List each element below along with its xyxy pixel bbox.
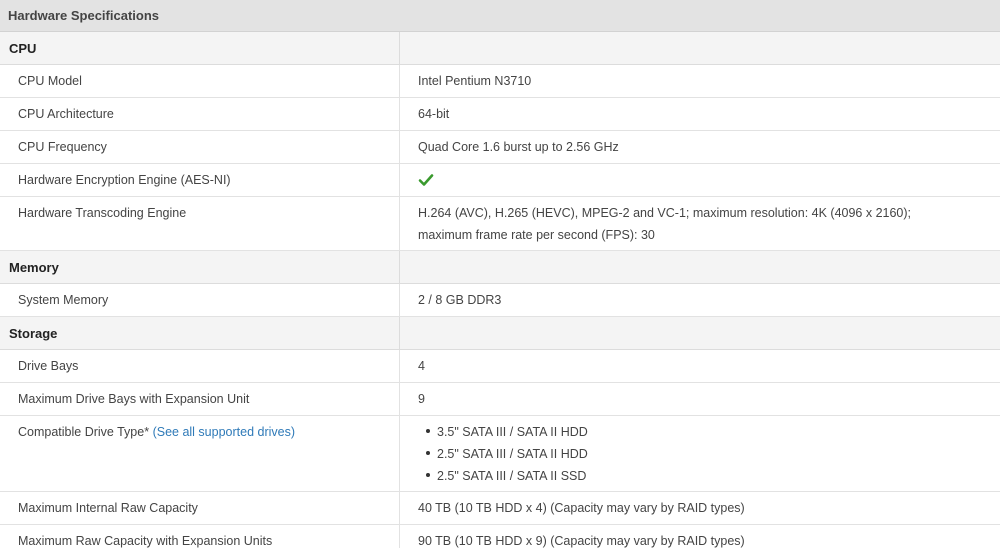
spec-value: 3.5" SATA III / SATA II HDD 2.5" SATA II…: [400, 416, 1000, 491]
list-item: 2.5" SATA III / SATA II SSD: [426, 465, 960, 487]
spec-value: Quad Core 1.6 burst up to 2.56 GHz: [418, 140, 619, 154]
spec-row-max-internal-capacity: Maximum Internal Raw Capacity 40 TB (10 …: [0, 492, 1000, 525]
spec-label: System Memory: [0, 284, 400, 316]
spec-label-text: Compatible Drive Type*: [18, 425, 150, 439]
spec-label: Compatible Drive Type* (See all supporte…: [0, 416, 400, 491]
spec-row-aes-ni: Hardware Encryption Engine (AES-NI): [0, 164, 1000, 197]
spec-row-max-raw-capacity-expansion: Maximum Raw Capacity with Expansion Unit…: [0, 525, 1000, 548]
spec-row-cpu-architecture: CPU Architecture 64-bit: [0, 98, 1000, 131]
section-header-storage: Storage: [0, 317, 1000, 350]
spec-label: CPU Model: [0, 65, 400, 97]
spec-table-title: Hardware Specifications: [0, 0, 1000, 32]
drive-type-text: 2.5" SATA III / SATA II HDD: [437, 447, 588, 461]
bullet-icon: [426, 450, 430, 455]
spec-label: CPU Architecture: [0, 98, 400, 130]
spec-label: Maximum Internal Raw Capacity: [0, 492, 400, 524]
spec-label: Maximum Drive Bays with Expansion Unit: [0, 383, 400, 415]
section-header-cpu: CPU: [0, 32, 1000, 65]
spec-value: 64-bit: [418, 107, 450, 121]
spec-row-transcoding: Hardware Transcoding Engine H.264 (AVC),…: [0, 197, 1000, 251]
bullet-icon: [426, 472, 430, 477]
spec-label: CPU Frequency: [0, 131, 400, 163]
spec-label: Hardware Transcoding Engine: [0, 197, 400, 250]
spec-value: [400, 164, 1000, 196]
spec-value: H.264 (AVC), H.265 (HEVC), MPEG-2 and VC…: [418, 206, 912, 242]
section-header-memory: Memory: [0, 251, 1000, 284]
spec-label: Maximum Raw Capacity with Expansion Unit…: [0, 525, 400, 548]
spec-row-system-memory: System Memory 2 / 8 GB DDR3: [0, 284, 1000, 317]
spec-row-cpu-frequency: CPU Frequency Quad Core 1.6 burst up to …: [0, 131, 1000, 164]
spec-value: 90 TB (10 TB HDD x 9) (Capacity may vary…: [418, 534, 745, 548]
spec-value: 4: [418, 359, 425, 373]
drive-type-list: 3.5" SATA III / SATA II HDD 2.5" SATA II…: [418, 421, 960, 487]
spec-label: Drive Bays: [0, 350, 400, 382]
checkmark-icon: [418, 173, 434, 186]
spec-row-cpu-model: CPU Model Intel Pentium N3710: [0, 65, 1000, 98]
list-item: 2.5" SATA III / SATA II HDD: [426, 443, 960, 465]
see-supported-drives-link[interactable]: (See all supported drives): [153, 425, 295, 439]
spec-value: 9: [418, 392, 425, 406]
drive-type-text: 3.5" SATA III / SATA II HDD: [437, 425, 588, 439]
hardware-spec-table: Hardware Specifications CPU CPU Model In…: [0, 0, 1000, 548]
bullet-icon: [426, 428, 430, 433]
spec-row-compatible-drive-type: Compatible Drive Type* (See all supporte…: [0, 416, 1000, 492]
list-item: 3.5" SATA III / SATA II HDD: [426, 421, 960, 443]
spec-value: Intel Pentium N3710: [418, 74, 532, 88]
spec-label: Hardware Encryption Engine (AES-NI): [0, 164, 400, 196]
spec-title-text: Hardware Specifications: [8, 8, 159, 23]
spec-row-max-drive-bays: Maximum Drive Bays with Expansion Unit 9: [0, 383, 1000, 416]
drive-type-text: 2.5" SATA III / SATA II SSD: [437, 469, 587, 483]
section-heading-memory: Memory: [0, 251, 400, 283]
spec-value: 2 / 8 GB DDR3: [418, 293, 502, 307]
spec-value: 40 TB (10 TB HDD x 4) (Capacity may vary…: [418, 501, 745, 515]
section-heading-storage: Storage: [0, 317, 400, 349]
section-heading-cpu: CPU: [0, 32, 400, 64]
spec-row-drive-bays: Drive Bays 4: [0, 350, 1000, 383]
